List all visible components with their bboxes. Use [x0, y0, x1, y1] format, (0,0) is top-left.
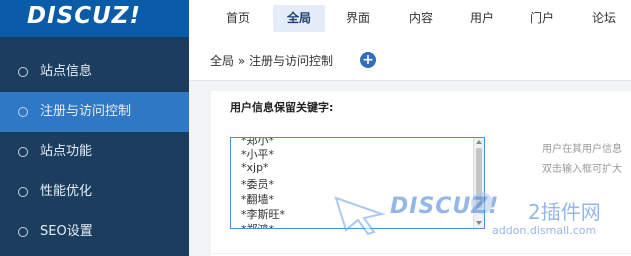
- circle-icon: [18, 147, 28, 157]
- sidebar-item-label: 站点功能: [40, 144, 93, 159]
- nav-item-forum[interactable]: 论坛: [579, 5, 629, 32]
- sidebar-item-label: 注册与访问控制: [40, 104, 132, 119]
- watermark-url: addon.dismall.com: [492, 224, 597, 237]
- add-shortcut-button[interactable]: +: [360, 52, 376, 68]
- logo[interactable]: DISCUZ!: [0, 0, 189, 37]
- top-bar: DISCUZ! 首页 全局 界面 内容 用户 门户 论坛: [0, 0, 631, 37]
- nav-item-content[interactable]: 内容: [396, 5, 446, 32]
- divider: [211, 253, 631, 254]
- nav-item-home[interactable]: 首页: [213, 5, 263, 32]
- sidebar-item-site-info[interactable]: 站点信息: [0, 52, 189, 92]
- breadcrumb: 全局 » 注册与访问控制: [210, 54, 333, 68]
- nav-item-interface[interactable]: 界面: [333, 5, 383, 32]
- cursor-arrow-icon: [334, 196, 386, 236]
- watermark-cn-text: 2插件网: [528, 200, 601, 224]
- nav-item-global[interactable]: 全局: [273, 5, 325, 32]
- hint-text: 双击输入框可扩大: [542, 164, 622, 175]
- field-label: 用户信息保留关键字:: [230, 101, 334, 114]
- textarea-line: *郑鸿*: [241, 221, 274, 228]
- sidebar-item-label: 性能优化: [40, 184, 93, 199]
- sidebar-item-registration[interactable]: 注册与访问控制: [0, 92, 189, 132]
- sidebar-item-site-features[interactable]: 站点功能: [0, 132, 189, 172]
- sidebar-item-label: 站点信息: [40, 64, 93, 79]
- hint-text: 用户在其用户信息: [542, 144, 622, 155]
- textarea-line: *委员*: [241, 178, 274, 191]
- nav-item-users[interactable]: 用户: [457, 5, 507, 32]
- logo-text: DISCUZ!: [27, 3, 141, 29]
- nav-item-portal[interactable]: 门户: [517, 5, 567, 32]
- textarea-line: *xjp*: [241, 161, 269, 174]
- sidebar: 站点信息 注册与访问控制 站点功能 性能优化 SEO设置: [0, 37, 189, 256]
- circle-icon: [18, 67, 28, 77]
- sidebar-item-performance[interactable]: 性能优化: [0, 172, 189, 212]
- watermark: DISCUZ! 2插件网 addon.dismall.com: [330, 182, 630, 242]
- circle-icon: [18, 107, 28, 117]
- circle-icon: [18, 227, 28, 237]
- sidebar-item-label: SEO设置: [40, 224, 93, 239]
- circle-icon: [18, 187, 28, 197]
- sidebar-item-seo[interactable]: SEO设置: [0, 212, 189, 252]
- textarea-line: *翻墙*: [241, 193, 274, 206]
- scroll-up-icon[interactable]: [476, 140, 482, 144]
- watermark-text: DISCUZ!: [390, 194, 500, 219]
- breadcrumb-bar: 全局 » 注册与访问控制 +: [189, 37, 631, 81]
- textarea-line: *小平*: [241, 148, 274, 161]
- textarea-line: *李斯旺*: [241, 208, 285, 221]
